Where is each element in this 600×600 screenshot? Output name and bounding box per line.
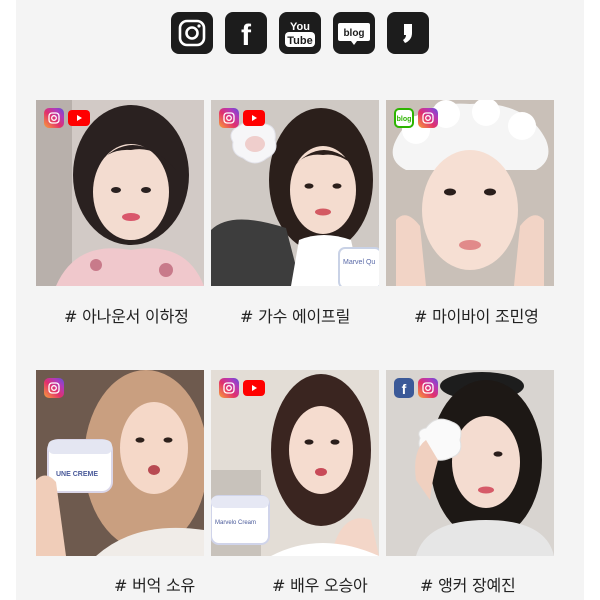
social-links-row: f You Tube blog bbox=[0, 12, 600, 54]
blog-icon-label: blog bbox=[343, 28, 364, 39]
youtube-icon bbox=[68, 110, 90, 126]
influencer-caption-1: # 아나운서 이하정 bbox=[64, 307, 189, 326]
facebook-icon-letter: f bbox=[241, 19, 252, 48]
instagram-icon bbox=[44, 378, 64, 398]
influencer-card-1[interactable] bbox=[36, 100, 204, 286]
platform-badges-2 bbox=[219, 108, 265, 128]
blog-badge-label: blog bbox=[397, 116, 412, 123]
instagram-icon bbox=[418, 378, 438, 398]
instagram-icon[interactable] bbox=[171, 12, 213, 54]
instagram-icon bbox=[418, 108, 438, 128]
kakao-story-icon[interactable] bbox=[387, 12, 429, 54]
instagram-icon bbox=[219, 108, 239, 128]
facebook-icon: f bbox=[394, 378, 414, 398]
platform-badges-6: f bbox=[394, 378, 438, 398]
influencer-caption-6: # 앵커 장예진 bbox=[420, 576, 516, 595]
platform-badges-1 bbox=[44, 108, 90, 128]
blog-icon: blog bbox=[394, 108, 414, 128]
instagram-icon bbox=[219, 378, 239, 398]
product-jar-label: Marvel Qu bbox=[343, 259, 375, 266]
platform-badges-4 bbox=[44, 378, 64, 398]
influencer-caption-3: # 마이바이 조민영 bbox=[414, 307, 539, 326]
youtube-icon-top: You bbox=[290, 21, 310, 33]
platform-badges-5 bbox=[219, 378, 265, 398]
youtube-icon[interactable]: You Tube bbox=[279, 12, 321, 54]
blog-icon[interactable]: blog bbox=[333, 12, 375, 54]
influencer-caption-4: # 버억 소유 bbox=[114, 576, 196, 595]
youtube-icon-bottom: Tube bbox=[287, 35, 312, 47]
youtube-icon bbox=[243, 110, 265, 126]
influencer-caption-2: # 가수 에이프릴 bbox=[240, 307, 351, 326]
influencer-card-4[interactable]: UNE CREME bbox=[36, 370, 204, 556]
product-jar-label: UNE CREME bbox=[56, 471, 98, 478]
influencer-caption-5: # 배우 오승아 bbox=[272, 576, 368, 595]
influencer-card-3[interactable]: blog bbox=[386, 100, 554, 286]
influencer-card-2[interactable]: Marvel Qu bbox=[211, 100, 379, 286]
facebook-icon[interactable]: f bbox=[225, 12, 267, 54]
platform-badges-3: blog bbox=[394, 108, 438, 128]
facebook-badge-letter: f bbox=[402, 381, 407, 395]
product-jar-label: Marvelo Cream bbox=[215, 520, 256, 526]
influencer-card-5[interactable]: Marvelo Cream bbox=[211, 370, 379, 556]
influencer-card-6[interactable]: f bbox=[386, 370, 554, 556]
youtube-icon bbox=[243, 380, 265, 396]
instagram-icon bbox=[44, 108, 64, 128]
